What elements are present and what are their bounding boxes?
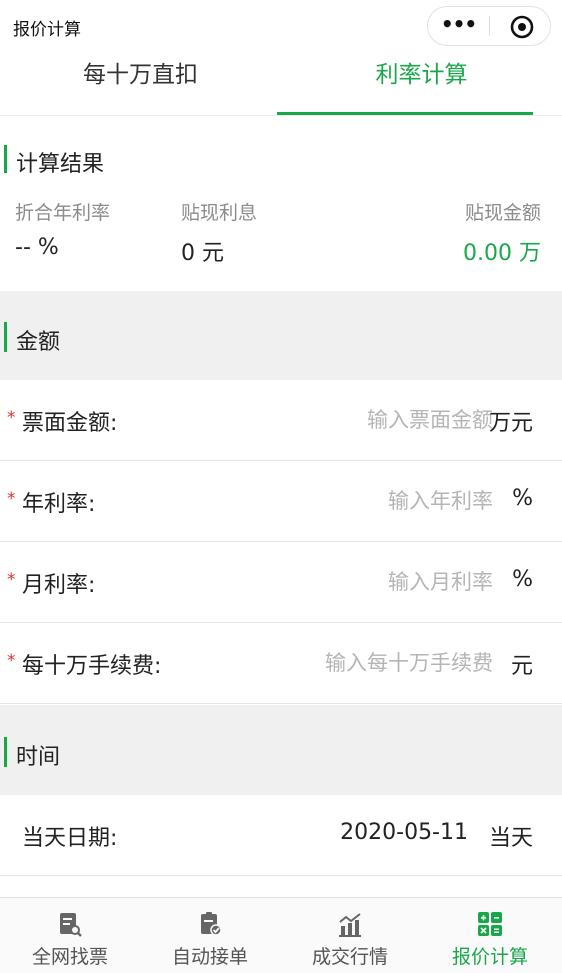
monthly-rate-label: 月利率: xyxy=(22,573,96,598)
annual-rate-row: * 年利率: % xyxy=(0,462,562,542)
tabbar-item-market[interactable]: 成交行情 xyxy=(280,898,420,973)
monthly-rate-input[interactable] xyxy=(233,565,493,599)
nav-title: 报价计算 xyxy=(13,20,81,40)
face-amount-input[interactable] xyxy=(233,403,493,437)
annual-rate-value: -- % xyxy=(15,235,59,260)
required-mark: * xyxy=(7,489,16,509)
discount-amount-value: 0.00 万 xyxy=(463,241,541,266)
monthly-rate-row: * 月利率: % xyxy=(0,543,562,623)
annual-rate-input[interactable] xyxy=(233,484,493,518)
more-dots-icon[interactable]: ••• xyxy=(428,7,489,45)
date-value[interactable]: 2020-05-11 xyxy=(340,820,468,845)
tabbar-label: 全网找票 xyxy=(31,946,108,968)
interest-label: 贴现利息 xyxy=(181,202,258,224)
amount-section-header: 金额 xyxy=(0,291,562,380)
document-check-icon xyxy=(201,912,222,936)
amount-section-title: 金额 xyxy=(16,330,61,355)
annual-rate-label: 折合年利率 xyxy=(15,202,111,224)
time-section-title: 时间 xyxy=(16,745,61,770)
tabbar-label: 报价计算 xyxy=(451,946,528,968)
tabbar-item-find-tickets[interactable]: 全网找票 xyxy=(0,898,140,973)
tabbar-label: 自动接单 xyxy=(171,946,248,968)
required-mark: * xyxy=(7,570,16,590)
nav-bar: 报价计算 ••• xyxy=(0,0,562,52)
fee-per-100k-unit: 元 xyxy=(510,654,533,679)
date-row[interactable]: 当天日期: 2020-05-11 当天 xyxy=(0,796,562,876)
required-mark: * xyxy=(7,651,16,671)
face-amount-unit: 万元 xyxy=(488,411,533,436)
required-mark: * xyxy=(7,408,16,428)
interest-value: 0 元 xyxy=(181,241,224,266)
calc-tabs: 每十万直扣 利率计算 xyxy=(0,52,562,116)
target-close-icon[interactable] xyxy=(510,15,534,39)
tabbar-label: 成交行情 xyxy=(311,946,388,968)
section-bar xyxy=(4,322,7,352)
tabbar-item-quote-calc[interactable]: 报价计算 xyxy=(420,898,560,973)
capsule-divider xyxy=(489,16,490,36)
fee-per-100k-row: * 每十万手续费: 元 xyxy=(0,624,562,704)
result-title: 计算结果 xyxy=(16,152,105,177)
today-label: 当天 xyxy=(488,826,533,851)
face-amount-row: * 票面金额: 万元 xyxy=(0,381,562,461)
discount-amount-label: 贴现金额 xyxy=(464,202,541,224)
section-bar xyxy=(4,737,7,767)
market-chart-icon xyxy=(339,913,361,937)
face-amount-label: 票面金额: xyxy=(22,411,118,436)
tab-per-100k-deduct[interactable]: 每十万直扣 xyxy=(0,52,281,115)
fee-per-100k-label: 每十万手续费: xyxy=(22,654,162,679)
active-tab-indicator xyxy=(277,112,533,115)
ticket-search-icon xyxy=(60,913,82,937)
tabbar-item-auto-accept[interactable]: 自动接单 xyxy=(140,898,280,973)
time-section-header: 时间 xyxy=(0,705,562,795)
date-label: 当天日期: xyxy=(22,826,118,851)
annual-rate-unit: % xyxy=(512,486,533,511)
annual-rate-field-label: 年利率: xyxy=(22,492,96,517)
calculator-grid-icon xyxy=(478,912,502,936)
fee-per-100k-input[interactable] xyxy=(233,646,493,680)
capsule-menu: ••• xyxy=(427,6,551,46)
tab-rate-calc[interactable]: 利率计算 xyxy=(281,52,562,115)
monthly-rate-unit: % xyxy=(512,567,533,592)
bottom-tab-bar: 全网找票 自动接单 成交行情 报价计算 xyxy=(0,897,562,973)
section-bar xyxy=(4,145,7,173)
